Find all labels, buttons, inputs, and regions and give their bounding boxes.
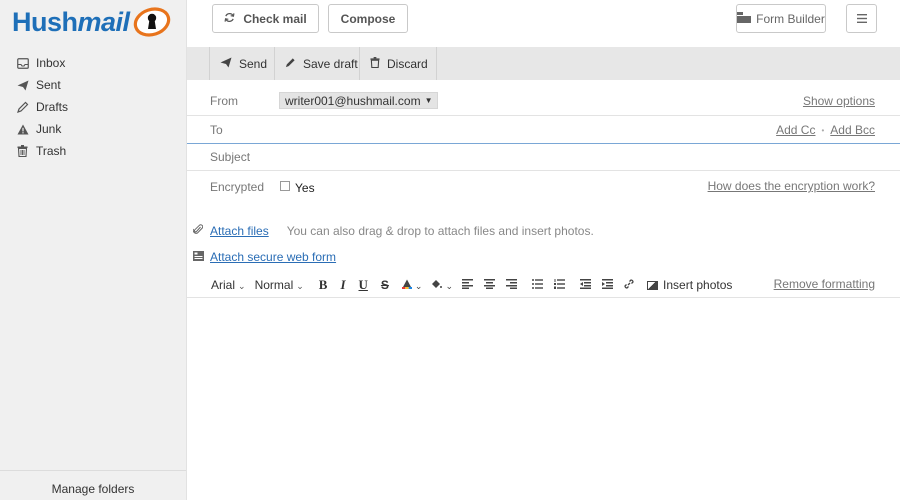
menu-button[interactable]: [846, 4, 877, 33]
folder-label: Trash: [36, 144, 67, 158]
discard-button[interactable]: Discard: [359, 47, 437, 80]
sidebar: Hushmail Inbox Sent Drafts Junk Trash Ma…: [0, 0, 187, 500]
attach-files-line: Attach files You can also drag & drop to…: [192, 224, 594, 238]
folder-drafts[interactable]: Drafts: [16, 96, 68, 118]
encryption-help-link[interactable]: How does the encryption work?: [708, 179, 875, 193]
compose-action-bar: Send Save draft Discard: [187, 47, 900, 80]
encrypted-yes-label: Yes: [295, 181, 315, 195]
indent-icon[interactable]: [602, 278, 614, 292]
chevron-down-icon: ⌄: [296, 281, 304, 291]
attach-web-form-line: Attach secure web form: [192, 250, 336, 264]
image-icon: [647, 280, 659, 290]
attach-web-form-link[interactable]: Attach secure web form: [210, 250, 336, 264]
from-select[interactable]: writer001@hushmail.com ▼: [279, 92, 439, 109]
underline-button[interactable]: U: [359, 277, 368, 293]
folder-list: Inbox Sent Drafts Junk Trash: [16, 52, 68, 162]
subject-label: Subject: [210, 150, 251, 164]
subject-row[interactable]: Subject: [187, 144, 900, 171]
align-left-icon[interactable]: [462, 278, 474, 292]
form-builder-icon: [737, 11, 752, 26]
from-value: writer001@hushmail.com: [285, 93, 421, 108]
encrypted-label: Encrypted: [210, 180, 265, 194]
cc-bcc-links: Add Cc • Add Bcc: [776, 123, 875, 137]
folder-sent[interactable]: Sent: [16, 74, 68, 96]
logo-text: Hushmail: [12, 6, 130, 37]
insert-photos-button[interactable]: Insert photos: [647, 278, 732, 292]
text-color-button[interactable]: ⌄: [401, 279, 423, 292]
outdent-icon[interactable]: [580, 278, 592, 292]
folder-trash[interactable]: Trash: [16, 140, 68, 162]
manage-folders-link[interactable]: Manage folders: [0, 470, 186, 500]
discard-label: Discard: [387, 56, 428, 71]
compose-label: Compose: [340, 11, 396, 26]
encrypted-row: Encrypted Yes How does the encryption wo…: [187, 171, 900, 203]
align-center-icon[interactable]: [484, 278, 496, 292]
folder-inbox[interactable]: Inbox: [16, 52, 68, 74]
font-family-dropdown[interactable]: Arial ⌄: [211, 278, 246, 292]
check-mail-label: Check mail: [243, 11, 307, 26]
bold-button[interactable]: B: [319, 277, 328, 293]
trash-icon: [16, 145, 29, 158]
top-toolbar: Check mail Compose Form Builder: [187, 0, 900, 46]
caret-down-icon: ▼: [424, 96, 433, 105]
font-size-dropdown[interactable]: Normal ⌄: [255, 278, 304, 292]
form-builder-button[interactable]: Form Builder: [736, 4, 826, 33]
font-size-value: Normal: [254, 278, 294, 292]
separator-dot: •: [821, 125, 825, 135]
strikethrough-button[interactable]: S: [381, 278, 389, 292]
check-mail-button[interactable]: Check mail: [212, 4, 319, 33]
add-cc-link[interactable]: Add Cc: [776, 123, 815, 137]
link-icon[interactable]: [624, 278, 634, 292]
send-button[interactable]: Send: [209, 47, 277, 80]
send-label: Send: [239, 56, 268, 71]
highlight-color-button[interactable]: ⌄: [431, 279, 453, 292]
save-draft-label: Save draft: [303, 56, 358, 71]
chevron-down-icon: ⌄: [445, 280, 454, 291]
inbox-icon: [16, 57, 29, 70]
folder-label: Sent: [36, 78, 61, 92]
pencil-icon: [285, 57, 296, 71]
pencil-icon: [16, 101, 29, 114]
from-row: From writer001@hushmail.com ▼ Show optio…: [187, 86, 900, 116]
chevron-down-icon: ⌄: [414, 280, 423, 291]
refresh-icon: [224, 12, 235, 26]
message-body-editor[interactable]: [187, 297, 900, 500]
paint-bucket-icon: [432, 279, 443, 288]
trash-icon: [370, 56, 380, 71]
numbered-list-icon[interactable]: [554, 278, 566, 292]
formatting-toolbar: Arial ⌄ Normal ⌄ B I U S ⌄ ⌄ Insert photos: [211, 277, 732, 293]
from-label: From: [210, 94, 238, 108]
italic-button[interactable]: I: [340, 277, 345, 293]
font-family-value: Arial: [211, 278, 236, 292]
web-form-icon: [192, 250, 204, 264]
hamburger-menu-icon: [856, 12, 867, 26]
form-builder-label: Form Builder: [756, 11, 825, 26]
folder-label: Junk: [36, 122, 62, 136]
to-row[interactable]: To Add Cc • Add Bcc: [187, 116, 900, 144]
folder-label: Inbox: [36, 56, 66, 70]
folder-label: Drafts: [36, 100, 69, 114]
folder-junk[interactable]: Junk: [16, 118, 68, 140]
paperclip-icon: [192, 224, 204, 238]
chevron-down-icon: ⌄: [238, 281, 246, 291]
bullet-list-icon[interactable]: [532, 278, 544, 292]
paper-plane-icon: [220, 57, 232, 71]
attach-hint: You can also drag & drop to attach files…: [286, 224, 594, 238]
add-bcc-link[interactable]: Add Bcc: [830, 123, 875, 137]
save-draft-button[interactable]: Save draft: [274, 47, 366, 80]
keyhole-logo-icon: [133, 7, 170, 37]
attach-files-link[interactable]: Attach files: [210, 224, 269, 238]
show-options-link[interactable]: Show options: [803, 94, 875, 108]
to-label: To: [210, 123, 223, 137]
encrypted-checkbox[interactable]: [280, 181, 290, 191]
align-right-icon[interactable]: [506, 278, 518, 292]
insert-photos-label: Insert photos: [663, 278, 733, 292]
hushmail-logo[interactable]: Hushmail: [12, 4, 172, 40]
compose-button[interactable]: Compose: [328, 4, 408, 33]
remove-formatting-link[interactable]: Remove formatting: [774, 277, 875, 291]
warning-icon: [16, 123, 29, 136]
paper-plane-icon: [16, 79, 29, 92]
text-color-icon: [401, 279, 412, 289]
